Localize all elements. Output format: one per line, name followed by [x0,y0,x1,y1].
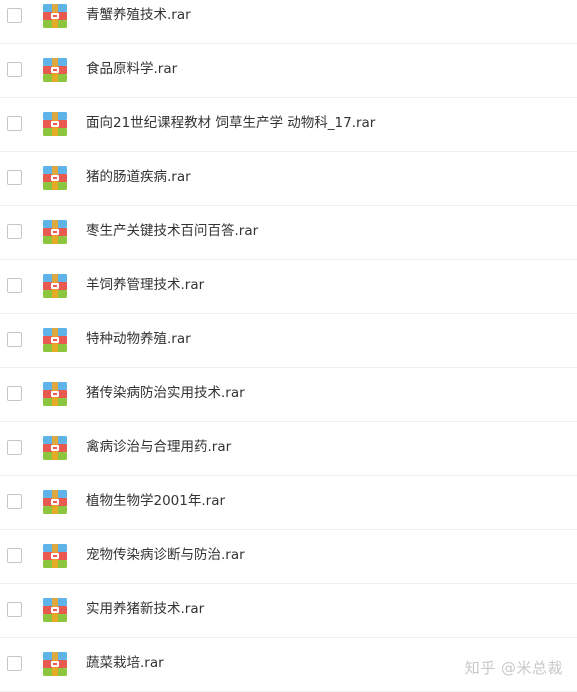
file-row[interactable]: 禽病诊治与合理用药.rar [0,422,577,476]
select-checkbox[interactable] [7,332,22,347]
file-name[interactable]: 禽病诊治与合理用药.rar [86,437,231,457]
file-name[interactable]: 枣生产关键技术百问百答.rar [86,221,258,241]
file-row[interactable]: 面向21世纪课程教材 饲草生产学 动物科_17.rar [0,98,577,152]
rar-archive-icon [43,652,67,676]
file-name[interactable]: 猪的肠道疾病.rar [86,167,191,187]
select-checkbox[interactable] [7,494,22,509]
rar-archive-icon [43,4,67,28]
file-row[interactable]: 猪传染病防治实用技术.rar [0,368,577,422]
file-name[interactable]: 食品原料学.rar [86,59,177,79]
file-list: 青蟹养殖技术.rar 食品原料学.rar 面向21世纪课程教材 饲草生产学 动物科_… [0,0,577,692]
rar-archive-icon [43,112,67,136]
rar-archive-icon [43,274,67,298]
file-row[interactable]: 羊饲养管理技术.rar [0,260,577,314]
select-checkbox[interactable] [7,224,22,239]
file-name[interactable]: 猪传染病防治实用技术.rar [86,383,245,403]
file-name[interactable]: 宠物传染病诊断与防治.rar [86,545,245,565]
file-name[interactable]: 特种动物养殖.rar [86,329,191,349]
select-checkbox[interactable] [7,386,22,401]
file-row[interactable]: 食品原料学.rar [0,44,577,98]
rar-archive-icon [43,166,67,190]
file-name[interactable]: 面向21世纪课程教材 饲草生产学 动物科_17.rar [86,113,375,133]
rar-archive-icon [43,328,67,352]
rar-archive-icon [43,598,67,622]
rar-archive-icon [43,220,67,244]
select-checkbox[interactable] [7,656,22,671]
file-name[interactable]: 羊饲养管理技术.rar [86,275,204,295]
select-checkbox[interactable] [7,278,22,293]
select-checkbox[interactable] [7,8,22,23]
select-checkbox[interactable] [7,62,22,77]
select-checkbox[interactable] [7,440,22,455]
rar-archive-icon [43,436,67,460]
rar-archive-icon [43,544,67,568]
file-row[interactable]: 枣生产关键技术百问百答.rar [0,206,577,260]
file-name[interactable]: 蔬菜栽培.rar [86,653,164,673]
file-name[interactable]: 实用养猪新技术.rar [86,599,204,619]
file-name[interactable]: 青蟹养殖技术.rar [86,5,191,25]
rar-archive-icon [43,382,67,406]
rar-archive-icon [43,490,67,514]
file-row[interactable]: 宠物传染病诊断与防治.rar [0,530,577,584]
file-row[interactable]: 猪的肠道疾病.rar [0,152,577,206]
select-checkbox[interactable] [7,548,22,563]
file-row[interactable]: 青蟹养殖技术.rar [0,0,577,44]
file-row[interactable]: 植物生物学2001年.rar [0,476,577,530]
file-name[interactable]: 植物生物学2001年.rar [86,491,225,511]
select-checkbox[interactable] [7,170,22,185]
file-row[interactable]: 实用养猪新技术.rar [0,584,577,638]
watermark: 知乎 @米总裁 [464,659,563,677]
file-row[interactable]: 特种动物养殖.rar [0,314,577,368]
select-checkbox[interactable] [7,116,22,131]
select-checkbox[interactable] [7,602,22,617]
rar-archive-icon [43,58,67,82]
